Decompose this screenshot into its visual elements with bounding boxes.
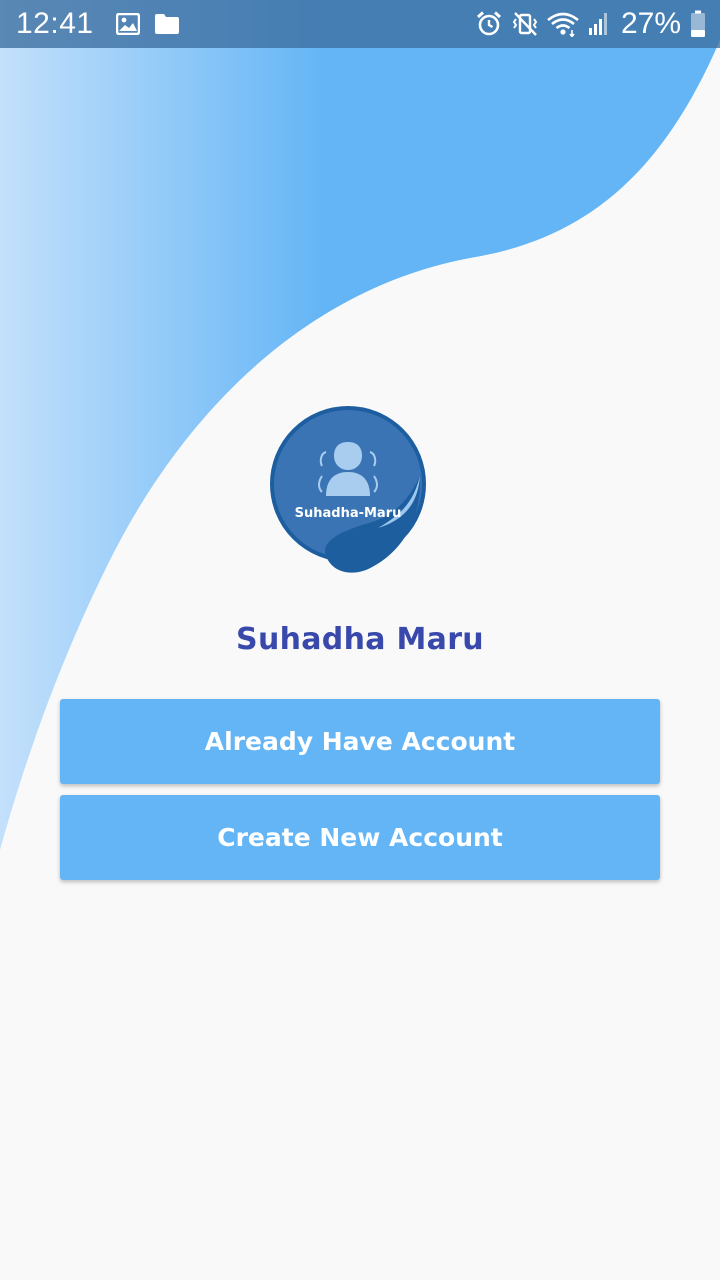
signal-icon [588, 12, 610, 36]
create-new-account-button[interactable]: Create New Account [60, 795, 660, 880]
status-bar: 12:41 27% [0, 0, 720, 48]
logo-caption: Suhadha-Maru [294, 506, 402, 521]
folder-icon [154, 13, 180, 35]
image-icon [115, 13, 140, 35]
wifi-icon [547, 11, 579, 37]
vibrate-icon [512, 11, 538, 37]
app-logo: Suhadha-Maru [268, 404, 428, 576]
alarm-icon [475, 10, 503, 38]
app-title: Suhadha Maru [236, 622, 484, 657]
already-have-account-button[interactable]: Already Have Account [60, 699, 660, 784]
battery-percentage: 27% [620, 7, 681, 40]
battery-icon [690, 10, 706, 38]
status-time: 12:41 [16, 7, 94, 40]
